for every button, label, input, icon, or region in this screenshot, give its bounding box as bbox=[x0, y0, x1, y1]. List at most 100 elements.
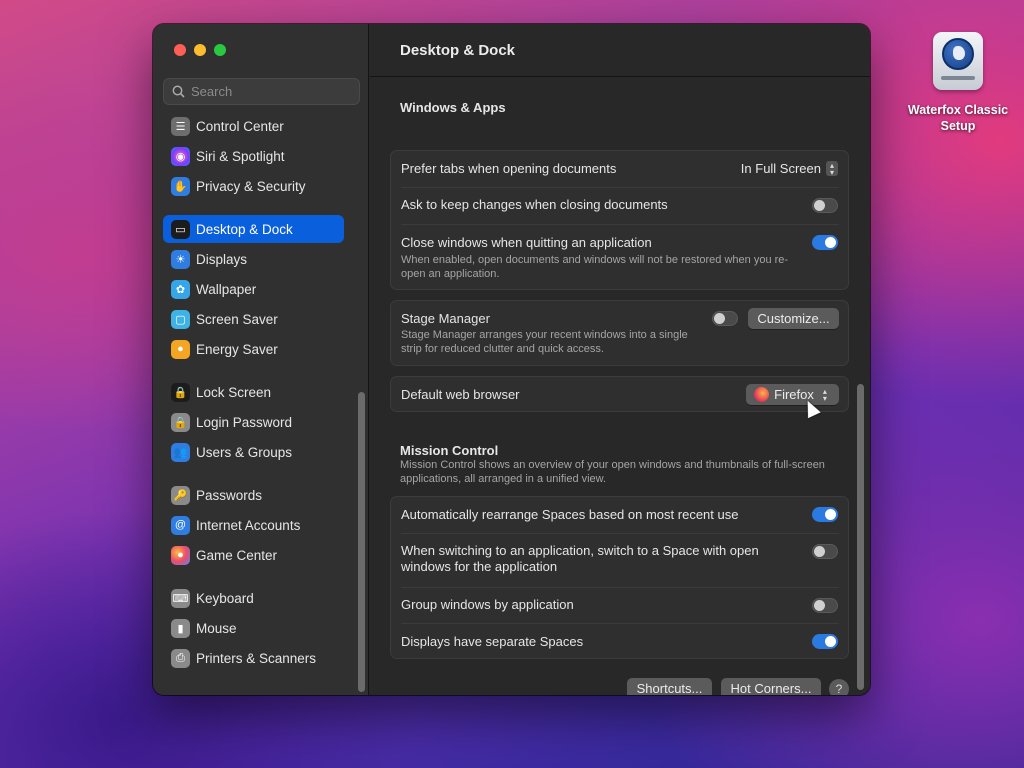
siri-icon: ◉ bbox=[171, 146, 190, 166]
settings-window: ☰ Control Center ◉ Siri & Spotlight ✋ Privacy… bbox=[153, 24, 870, 695]
game-center-icon: ● bbox=[171, 545, 190, 565]
shortcuts-button[interactable]: Shortcuts... bbox=[627, 678, 712, 695]
hot-corners-button[interactable]: Hot Corners... bbox=[721, 678, 821, 695]
mission-control-desc: Mission Control shows an overview of you… bbox=[400, 459, 825, 485]
sidebar: ☰ Control Center ◉ Siri & Spotlight ✋ Privacy… bbox=[153, 24, 369, 695]
sidebar-item[interactable]: ⎙ Printers & Scanners bbox=[163, 644, 344, 672]
sidebar-item[interactable]: ☰ Control Center bbox=[163, 112, 344, 140]
keyboard-icon: ⌨ bbox=[171, 588, 190, 608]
rearrange-row: Automatically rearrange Spaces based on … bbox=[391, 497, 850, 533]
sidebar-item-label: Keyboard bbox=[196, 590, 254, 606]
main-scrollbar[interactable] bbox=[857, 384, 864, 690]
switch-space-toggle[interactable] bbox=[812, 544, 838, 559]
rearrange-toggle[interactable] bbox=[812, 507, 838, 522]
sidebar-item-label: Printers & Scanners bbox=[196, 650, 317, 666]
control-center-icon: ☰ bbox=[171, 116, 190, 136]
sidebar-item-label: Displays bbox=[196, 251, 248, 267]
sidebar-item[interactable]: 🔒 Lock Screen bbox=[163, 378, 344, 406]
drive-globe-icon bbox=[929, 30, 987, 92]
sun-icon: ☀ bbox=[171, 249, 190, 269]
section-title-mission-control: Mission Control bbox=[400, 443, 499, 458]
prefer-tabs-label: Prefer tabs when opening documents bbox=[401, 161, 617, 176]
lock-closed-icon: 🔒 bbox=[171, 412, 190, 432]
printer-icon: ⎙ bbox=[171, 648, 190, 668]
titlebar: Desktop & Dock bbox=[370, 24, 870, 77]
hand-icon: ✋ bbox=[171, 176, 190, 196]
close-windows-toggle[interactable] bbox=[812, 235, 838, 250]
prefer-tabs-row: Prefer tabs when opening documents In Fu… bbox=[391, 151, 850, 187]
sidebar-item[interactable]: ◉ Siri & Spotlight bbox=[163, 142, 344, 170]
search-input[interactable] bbox=[191, 84, 351, 99]
stage-manager-row: Stage Manager Stage Manager arranges you… bbox=[391, 301, 850, 367]
customize-button[interactable]: Customize... bbox=[748, 308, 839, 329]
switch-space-label: When switching to an application, switch… bbox=[401, 543, 759, 574]
traffic-lights bbox=[174, 44, 226, 56]
sidebar-item[interactable]: ✿ Wallpaper bbox=[163, 275, 344, 303]
desktop-drive-item[interactable]: Waterfox Classic Setup bbox=[902, 30, 1014, 134]
sidebar-item-label: Screen Saver bbox=[196, 311, 278, 327]
sidebar-list: ☰ Control Center ◉ Siri & Spotlight ✋ Privacy… bbox=[163, 112, 359, 690]
minimize-button[interactable] bbox=[194, 44, 206, 56]
separate-spaces-row: Displays have separate Spaces bbox=[391, 623, 850, 660]
sidebar-item[interactable]: @ Internet Accounts bbox=[163, 511, 344, 539]
switch-space-row: When switching to an application, switch… bbox=[391, 533, 850, 587]
stage-manager-group: Stage Manager Stage Manager arranges you… bbox=[390, 300, 849, 366]
sidebar-item[interactable]: ▭ Desktop & Dock bbox=[163, 215, 344, 243]
close-windows-row: Close windows when quitting an applicati… bbox=[391, 224, 850, 290]
default-browser-row: Default web browser Firefox ▴ ▾ bbox=[391, 377, 850, 413]
help-button[interactable]: ? bbox=[829, 679, 849, 695]
ask-keep-row: Ask to keep changes when closing documen… bbox=[391, 187, 850, 224]
users-icon: 👥 bbox=[171, 442, 190, 462]
stage-manager-toggle[interactable] bbox=[712, 311, 738, 326]
updown-chevron-icon: ▴ ▾ bbox=[826, 161, 838, 176]
firefox-icon bbox=[754, 387, 770, 402]
page-title: Desktop & Dock bbox=[400, 42, 516, 59]
rearrange-label: Automatically rearrange Spaces based on … bbox=[401, 507, 739, 522]
sidebar-item-label: Mouse bbox=[196, 620, 237, 636]
mission-control-group: Automatically rearrange Spaces based on … bbox=[390, 496, 849, 659]
windows-apps-group: Prefer tabs when opening documents In Fu… bbox=[390, 150, 849, 290]
sidebar-item-label: Passwords bbox=[196, 487, 263, 503]
separate-spaces-toggle[interactable] bbox=[812, 634, 838, 649]
close-button[interactable] bbox=[174, 44, 186, 56]
sidebar-scrollbar[interactable] bbox=[358, 392, 365, 692]
sidebar-item-label: Control Center bbox=[196, 118, 284, 134]
default-browser-popup[interactable]: Firefox ▴ ▾ bbox=[746, 384, 839, 405]
sidebar-item-label: Siri & Spotlight bbox=[196, 148, 285, 164]
close-windows-desc: When enabled, open documents and windows… bbox=[401, 254, 789, 280]
default-browser-label: Default web browser bbox=[401, 387, 520, 402]
at-icon: @ bbox=[171, 515, 190, 535]
sidebar-item-label: Desktop & Dock bbox=[196, 221, 293, 237]
stage-manager-desc: Stage Manager arranges your recent windo… bbox=[401, 329, 688, 355]
desktop-icon-label: Waterfox Classic Setup bbox=[907, 103, 1009, 133]
sidebar-item-label: Login Password bbox=[196, 414, 293, 430]
search-icon bbox=[172, 85, 185, 98]
sidebar-item[interactable]: ▮ Mouse bbox=[163, 614, 344, 642]
sidebar-item-label: Lock Screen bbox=[196, 384, 272, 400]
group-windows-row: Group windows by application bbox=[391, 587, 850, 623]
sidebar-item[interactable]: ☀ Displays bbox=[163, 245, 344, 273]
ask-keep-toggle[interactable] bbox=[812, 198, 838, 213]
zoom-button[interactable] bbox=[214, 44, 226, 56]
sidebar-item[interactable]: 🔒 Login Password bbox=[163, 408, 344, 436]
sidebar-item[interactable]: 🔑 Passwords bbox=[163, 481, 344, 509]
prefer-tabs-popup[interactable]: In Full Screen ▴ ▾ bbox=[741, 161, 838, 176]
search-field[interactable] bbox=[163, 78, 360, 105]
sidebar-item[interactable]: 👥 Users & Groups bbox=[163, 438, 344, 466]
main-pane: Desktop & Dock Windows & Apps Prefer tab… bbox=[370, 24, 870, 695]
mouse-icon: ▮ bbox=[171, 618, 190, 638]
stage-manager-label: Stage Manager bbox=[401, 311, 490, 326]
sidebar-item[interactable]: ⌨ Keyboard bbox=[163, 584, 344, 612]
lock-icon: 🔒 bbox=[171, 382, 190, 402]
sidebar-item-label: Users & Groups bbox=[196, 444, 293, 460]
sidebar-item[interactable]: ✋ Privacy & Security bbox=[163, 172, 344, 200]
sidebar-item-label: Internet Accounts bbox=[196, 517, 301, 533]
group-windows-toggle[interactable] bbox=[812, 598, 838, 613]
sidebar-item[interactable]: ● Game Center bbox=[163, 541, 344, 569]
sidebar-item-label: Energy Saver bbox=[196, 341, 278, 357]
sidebar-item[interactable]: ● Energy Saver bbox=[163, 335, 344, 363]
sidebar-item[interactable]: ▢ Screen Saver bbox=[163, 305, 344, 333]
flower-icon: ✿ bbox=[171, 279, 190, 299]
bulb-icon: ● bbox=[171, 339, 190, 359]
updown-chevron-icon: ▴ ▾ bbox=[822, 386, 827, 403]
